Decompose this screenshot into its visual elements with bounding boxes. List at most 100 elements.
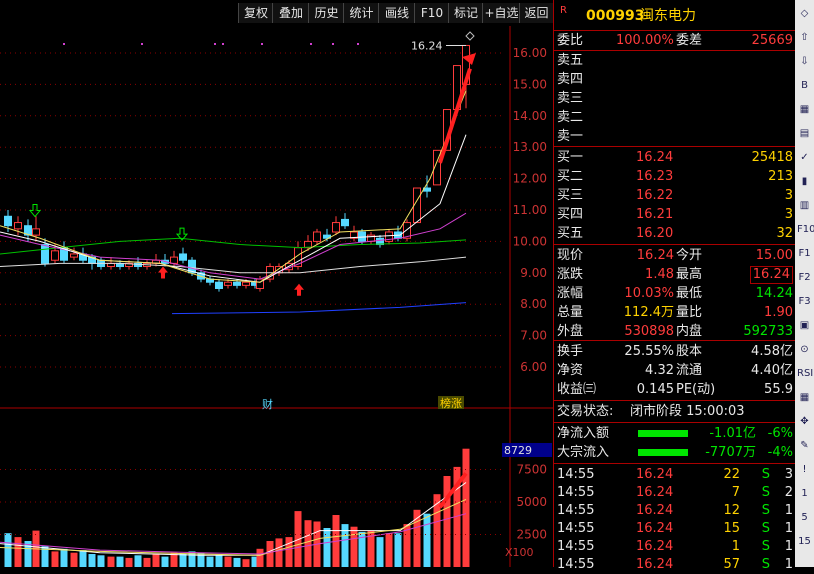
buy-row: 买四 16.21 3 <box>554 205 796 224</box>
vol-tick-label: 2500 <box>516 528 547 542</box>
flow-pct: -4% <box>767 445 793 460</box>
ma-white2 <box>0 134 467 283</box>
candle-body <box>233 281 241 286</box>
toolbar-button-7[interactable]: +自选 <box>482 3 520 23</box>
tick-count: 1 <box>784 521 793 536</box>
sell-row: 卖二 <box>554 108 796 127</box>
quote-label: 外盘 <box>557 324 584 339</box>
sell-arrow <box>28 204 42 218</box>
side-tool-icon[interactable]: ⇩ <box>797 54 812 69</box>
volume-bar <box>134 555 142 567</box>
tick-row: 14:55 16.24 57 S 1 <box>554 555 796 574</box>
toolbar-button-6[interactable]: 标记 <box>448 3 483 23</box>
side-tool-icon[interactable]: ▦ <box>797 390 812 405</box>
stock-marker: R <box>560 5 567 16</box>
side-tool-icon[interactable]: F2 <box>797 270 812 285</box>
tick-count: 1 <box>784 539 793 554</box>
price-tick-label: 13.00 <box>513 140 547 154</box>
side-tool-icon[interactable]: F1 <box>797 246 812 261</box>
volume-bar <box>385 533 393 567</box>
quote-row: 现价 16.24 今开 15.00 <box>554 246 796 265</box>
toolbar-button-8[interactable]: 返回 <box>519 3 553 23</box>
sell-label: 卖四 <box>557 72 584 87</box>
candle-body <box>70 253 78 258</box>
quote-label: 最高 <box>676 267 703 282</box>
tick-row: 14:55 16.24 15 S 1 <box>554 519 796 538</box>
buy-volume: 25418 <box>751 150 793 165</box>
volume-bar <box>242 559 250 567</box>
price-tick-label: 16.00 <box>513 46 547 60</box>
fund-label: 收益㈢ <box>557 382 597 397</box>
sell-label: 卖二 <box>557 110 584 125</box>
side-tool-icon[interactable]: ! <box>797 462 812 477</box>
diamond-icon <box>465 31 475 41</box>
side-tool-icon[interactable]: F10 <box>797 222 814 237</box>
fund-value: 4.40亿 <box>751 363 793 378</box>
toolbar-button-2[interactable]: 历史 <box>308 3 344 23</box>
vol-current-label: 8729 <box>504 444 532 457</box>
side-tool-icon[interactable]: ▮ <box>797 174 812 189</box>
tick-side: S <box>761 485 770 500</box>
buy-label: 买四 <box>557 207 584 222</box>
side-tool-icon[interactable]: 1 <box>797 486 812 501</box>
tick-side: S <box>761 467 770 482</box>
side-tool-icon[interactable]: RSI <box>797 366 813 381</box>
side-tool-icon[interactable]: ▤ <box>797 126 812 141</box>
tick-price: 16.24 <box>636 521 674 536</box>
buy-price: 16.24 <box>636 150 674 165</box>
candle-body <box>32 228 40 236</box>
volume-bar <box>376 537 384 567</box>
weibi-value: 100.00% <box>616 33 674 48</box>
side-tool-icon[interactable]: B <box>797 78 812 93</box>
buy-volume: 213 <box>768 169 793 184</box>
signal-dot <box>222 43 224 45</box>
volume-bar <box>161 556 169 567</box>
tick-side: S <box>761 503 770 518</box>
candle-body <box>170 256 178 264</box>
vol-tick-label: 7500 <box>516 463 547 477</box>
price-tick-label: 11.00 <box>513 203 547 217</box>
quote-value: 14.24 <box>755 286 793 301</box>
price-tick-label: 7.00 <box>520 329 547 343</box>
vol-unit-label: X100 <box>505 546 534 559</box>
fund-label: 净资 <box>557 363 584 378</box>
fund-value: 4.58亿 <box>751 344 793 359</box>
side-tool-icon[interactable]: ▣ <box>797 318 812 333</box>
volume-bar <box>443 476 451 567</box>
price-tick-label: 6.00 <box>520 360 547 374</box>
side-tool-icon[interactable]: ⇧ <box>797 30 812 45</box>
ma-green <box>0 237 467 255</box>
signal-dot <box>310 43 312 45</box>
side-tool-icon[interactable]: ▦ <box>797 102 812 117</box>
side-tool-icon[interactable]: F3 <box>797 294 812 309</box>
flow-bar <box>638 430 688 437</box>
side-tool-icon[interactable]: ▥ <box>797 198 812 213</box>
side-tool-icon[interactable]: ✓ <box>797 150 812 165</box>
price-tick-label: 14.00 <box>513 109 547 123</box>
status-label: 交易状态: <box>557 404 614 419</box>
buy-price: 16.22 <box>636 188 674 203</box>
sell-row: 卖一 <box>554 127 796 146</box>
fund-row: 换手 25.55% 股本 4.58亿 <box>554 342 796 361</box>
side-tool-icon[interactable]: 15 <box>797 534 812 549</box>
side-tool-icon[interactable]: ✥ <box>797 414 812 429</box>
toolbar-button-0[interactable]: 复权 <box>238 3 273 23</box>
buy-label: 买二 <box>557 169 584 184</box>
tick-price: 16.24 <box>636 557 674 572</box>
toolbar-button-4[interactable]: 画线 <box>378 3 415 23</box>
volume-bar <box>116 556 124 567</box>
weicha-label: 委差 <box>676 33 703 48</box>
candle-body <box>224 281 232 286</box>
toolbar-button-3[interactable]: 统计 <box>343 3 379 23</box>
fund-label: 换手 <box>557 344 584 359</box>
side-tool-icon[interactable]: ✎ <box>797 438 812 453</box>
buy-row: 买五 16.20 32 <box>554 224 796 243</box>
side-tool-icon[interactable]: ⊙ <box>797 342 812 357</box>
kline-chart[interactable]: 16.00 15.00 14.00 13.00 12.00 11.00 10.00 9.00 8… <box>0 26 553 567</box>
toolbar-button-1[interactable]: 叠加 <box>272 3 309 23</box>
toolbar-button-5[interactable]: F10 <box>414 3 449 23</box>
side-tool-icon[interactable]: 5 <box>797 510 812 525</box>
candle-body <box>4 215 12 227</box>
sell-row: 卖三 <box>554 89 796 108</box>
side-tool-icon[interactable]: ◇ <box>797 6 812 21</box>
